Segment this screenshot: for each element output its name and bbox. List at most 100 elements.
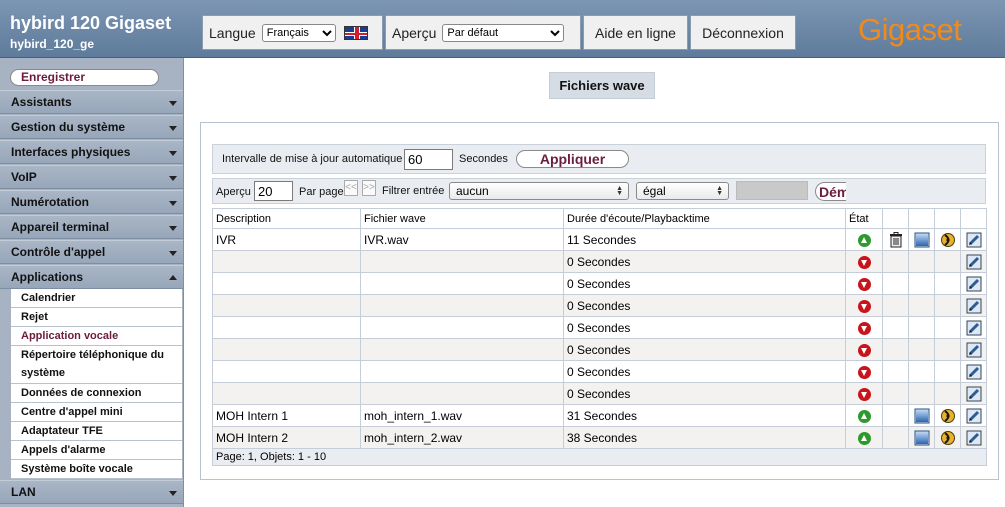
- column-header-blank: [960, 208, 987, 229]
- apply-button[interactable]: Appliquer: [516, 150, 629, 168]
- menu-item-label: Gestion du système: [11, 120, 126, 134]
- gigaset-logo: Gigaset: [858, 12, 962, 47]
- filter-field-select[interactable]: aucun ▲ ▼: [449, 182, 629, 200]
- edit-icon[interactable]: [966, 386, 982, 401]
- cell-state: [845, 382, 883, 405]
- table-row: 0 Secondes: [212, 360, 987, 383]
- view-count-input[interactable]: [254, 181, 293, 201]
- table-row: 0 Secondes: [212, 272, 987, 295]
- refresh-unit-label: Secondes: [459, 153, 508, 165]
- cell-details: [908, 382, 935, 405]
- cell-state: [845, 404, 883, 427]
- register-button[interactable]: Enregistrer: [10, 69, 159, 86]
- sub-item-voice-application[interactable]: Application vocale: [11, 327, 182, 346]
- cell-description: [212, 250, 361, 273]
- edit-icon[interactable]: [966, 320, 982, 335]
- menu-item-label: Applications: [11, 270, 84, 284]
- cell-description: [212, 360, 361, 383]
- cell-wave-file: [360, 272, 564, 295]
- window-icon[interactable]: [914, 408, 930, 423]
- sub-item-calendar[interactable]: Calendrier: [11, 289, 182, 308]
- chevron-down-icon: [169, 151, 177, 156]
- content-panel: Intervalle de mise à jour automatique Se…: [200, 122, 999, 480]
- cell-duration: 0 Secondes: [563, 294, 846, 317]
- sub-item-connection-data[interactable]: Données de connexion: [11, 384, 182, 403]
- menu-item-applications[interactable]: Applications: [0, 265, 183, 289]
- sub-item-tfe-adapter[interactable]: Adaptateur TFE: [11, 422, 182, 441]
- table-row: 0 Secondes: [212, 250, 987, 273]
- chevron-down-icon: [169, 226, 177, 231]
- device-title: hybird 120 Gigaset: [10, 13, 172, 33]
- device-subtitle: hybird_120_ge: [10, 37, 95, 51]
- menu-item-assistants[interactable]: Assistants: [0, 90, 183, 114]
- cell-details: [908, 272, 935, 295]
- edit-icon[interactable]: [966, 364, 982, 379]
- sub-item-voicemail-system[interactable]: Système boîte vocale: [11, 460, 182, 479]
- edit-icon[interactable]: [966, 408, 982, 423]
- chevron-down-icon: [169, 201, 177, 206]
- table-row: IVR IVR.wav 11 Secondes: [212, 228, 987, 251]
- column-header-duration[interactable]: Durée d'écoute/Playbacktime: [563, 208, 846, 229]
- cell-delete: [882, 360, 909, 383]
- menu-item-label: Appareil terminal: [11, 220, 110, 234]
- view-label: Aperçu: [392, 24, 437, 41]
- menu-item-terminal-device[interactable]: Appareil terminal: [0, 215, 183, 239]
- cell-duration: 0 Secondes: [563, 382, 846, 405]
- column-header-description[interactable]: Description: [212, 208, 361, 229]
- menu-item-call-control[interactable]: Contrôle d'appel: [0, 240, 183, 264]
- column-header-blank: [882, 208, 909, 229]
- sub-item-system-phonebook[interactable]: Répertoire téléphonique du système: [11, 346, 182, 384]
- arrow-down-circle-icon: [857, 255, 871, 269]
- help-button[interactable]: Aide en ligne: [583, 15, 688, 50]
- cell-state: [845, 294, 883, 317]
- sub-item-reject[interactable]: Rejet: [11, 308, 182, 327]
- cell-state: [845, 272, 883, 295]
- edit-icon[interactable]: [966, 298, 982, 313]
- column-header-state[interactable]: État: [845, 208, 883, 229]
- cell-description: [212, 294, 361, 317]
- language-select[interactable]: Français: [261, 23, 336, 42]
- edit-icon[interactable]: [966, 430, 982, 445]
- edit-icon[interactable]: [966, 342, 982, 357]
- cell-edit: [960, 294, 987, 317]
- sub-item-mini-call-center[interactable]: Centre d'appel mini: [11, 403, 182, 422]
- sub-item-alarm-calls[interactable]: Appels d'alarme: [11, 441, 182, 460]
- view-count-label: Aperçu: [216, 186, 251, 198]
- trash-icon[interactable]: [888, 231, 904, 247]
- table-row: 0 Secondes: [212, 382, 987, 405]
- column-header-wave-file[interactable]: Fichier wave: [360, 208, 564, 229]
- refresh-interval-label: Intervalle de mise à jour automatique: [222, 153, 403, 165]
- next-page-button[interactable]: >>: [362, 180, 376, 196]
- refresh-bar: Intervalle de mise à jour automatique Se…: [212, 144, 986, 174]
- edit-icon[interactable]: [966, 232, 982, 247]
- play-sound-icon[interactable]: [940, 408, 956, 423]
- cell-description: [212, 272, 361, 295]
- view-select[interactable]: Par défaut: [442, 23, 565, 42]
- menu-item-voip[interactable]: VoIP: [0, 165, 183, 189]
- window-icon[interactable]: [914, 430, 930, 445]
- menu-item-lan[interactable]: LAN: [0, 480, 183, 504]
- column-header-blank: [934, 208, 961, 229]
- menu-item-physical-interfaces[interactable]: Interfaces physiques: [0, 140, 183, 164]
- prev-page-button[interactable]: <<: [344, 180, 358, 196]
- filter-operator-select[interactable]: égal ▲ ▼: [636, 182, 729, 200]
- play-sound-icon[interactable]: [940, 430, 956, 445]
- menu-item-label: VoIP: [11, 170, 37, 184]
- menu-item-system-management[interactable]: Gestion du système: [0, 115, 183, 139]
- arrow-down-circle-icon: [857, 321, 871, 335]
- refresh-interval-input[interactable]: [404, 149, 453, 170]
- cell-description: [212, 316, 361, 339]
- edit-icon[interactable]: [966, 276, 982, 291]
- menu-item-numbering[interactable]: Numérotation: [0, 190, 183, 214]
- play-sound-icon[interactable]: [940, 232, 956, 247]
- logout-button[interactable]: Déconnexion: [690, 15, 796, 50]
- window-icon[interactable]: [914, 232, 930, 247]
- cell-edit: [960, 228, 987, 251]
- menu-item-label: Numérotation: [11, 195, 89, 209]
- start-button[interactable]: Dém: [815, 182, 846, 201]
- table-row: MOH Intern 1 moh_intern_1.wav 31 Secondes: [212, 404, 987, 427]
- cell-delete: [882, 316, 909, 339]
- edit-icon[interactable]: [966, 254, 982, 269]
- uk-flag-icon[interactable]: [343, 25, 368, 40]
- filter-value-input[interactable]: [736, 181, 808, 200]
